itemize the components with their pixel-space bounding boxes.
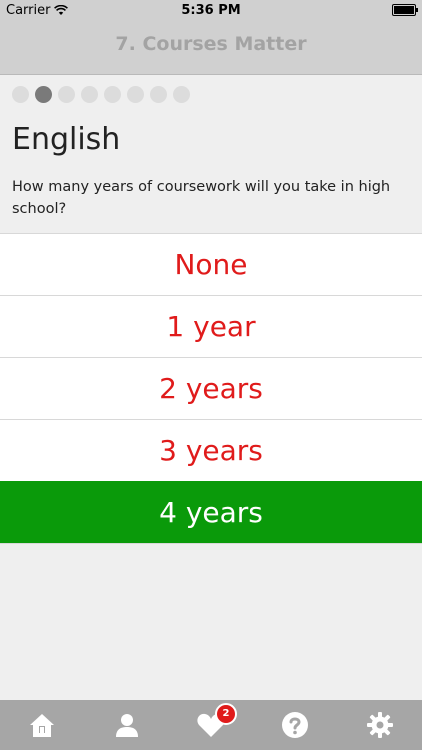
answer-options: None 1 year 2 years 3 years 4 years [0, 233, 422, 544]
progress-dot [12, 86, 29, 103]
profile-icon [115, 714, 138, 737]
progress-dot [58, 86, 75, 103]
home-icon [30, 714, 55, 737]
tab-settings[interactable] [350, 700, 410, 750]
option-3-years[interactable]: 3 years [0, 419, 422, 481]
favorites-badge: 2 [214, 703, 237, 725]
page-title: 7. Courses Matter [115, 33, 307, 55]
subject-heading: English [12, 122, 121, 157]
option-none[interactable]: None [0, 233, 422, 295]
status-time: 5:36 PM [181, 3, 241, 18]
progress-dot-current [35, 86, 52, 103]
progress-dots [12, 86, 190, 103]
option-1-year[interactable]: 1 year [0, 295, 422, 357]
tab-home[interactable] [12, 700, 72, 750]
progress-dot [127, 86, 144, 103]
progress-dot [150, 86, 167, 103]
question-text: How many years of coursework will you ta… [12, 179, 391, 217]
tab-profile[interactable] [97, 700, 157, 750]
tab-bar: 2 [0, 700, 422, 750]
status-bar: Carrier 5:36 PM [0, 0, 422, 22]
progress-dot [173, 86, 190, 103]
settings-gear-icon [366, 712, 393, 738]
tab-help[interactable] [265, 700, 325, 750]
battery-icon [392, 4, 418, 16]
option-2-years[interactable]: 2 years [0, 357, 422, 419]
help-icon [282, 712, 309, 738]
progress-dot [104, 86, 121, 103]
tab-favorites[interactable]: 2 [181, 700, 241, 750]
option-4-years[interactable]: 4 years [0, 481, 422, 544]
navigation-bar: 7. Courses Matter [0, 22, 422, 75]
progress-dot [81, 86, 98, 103]
